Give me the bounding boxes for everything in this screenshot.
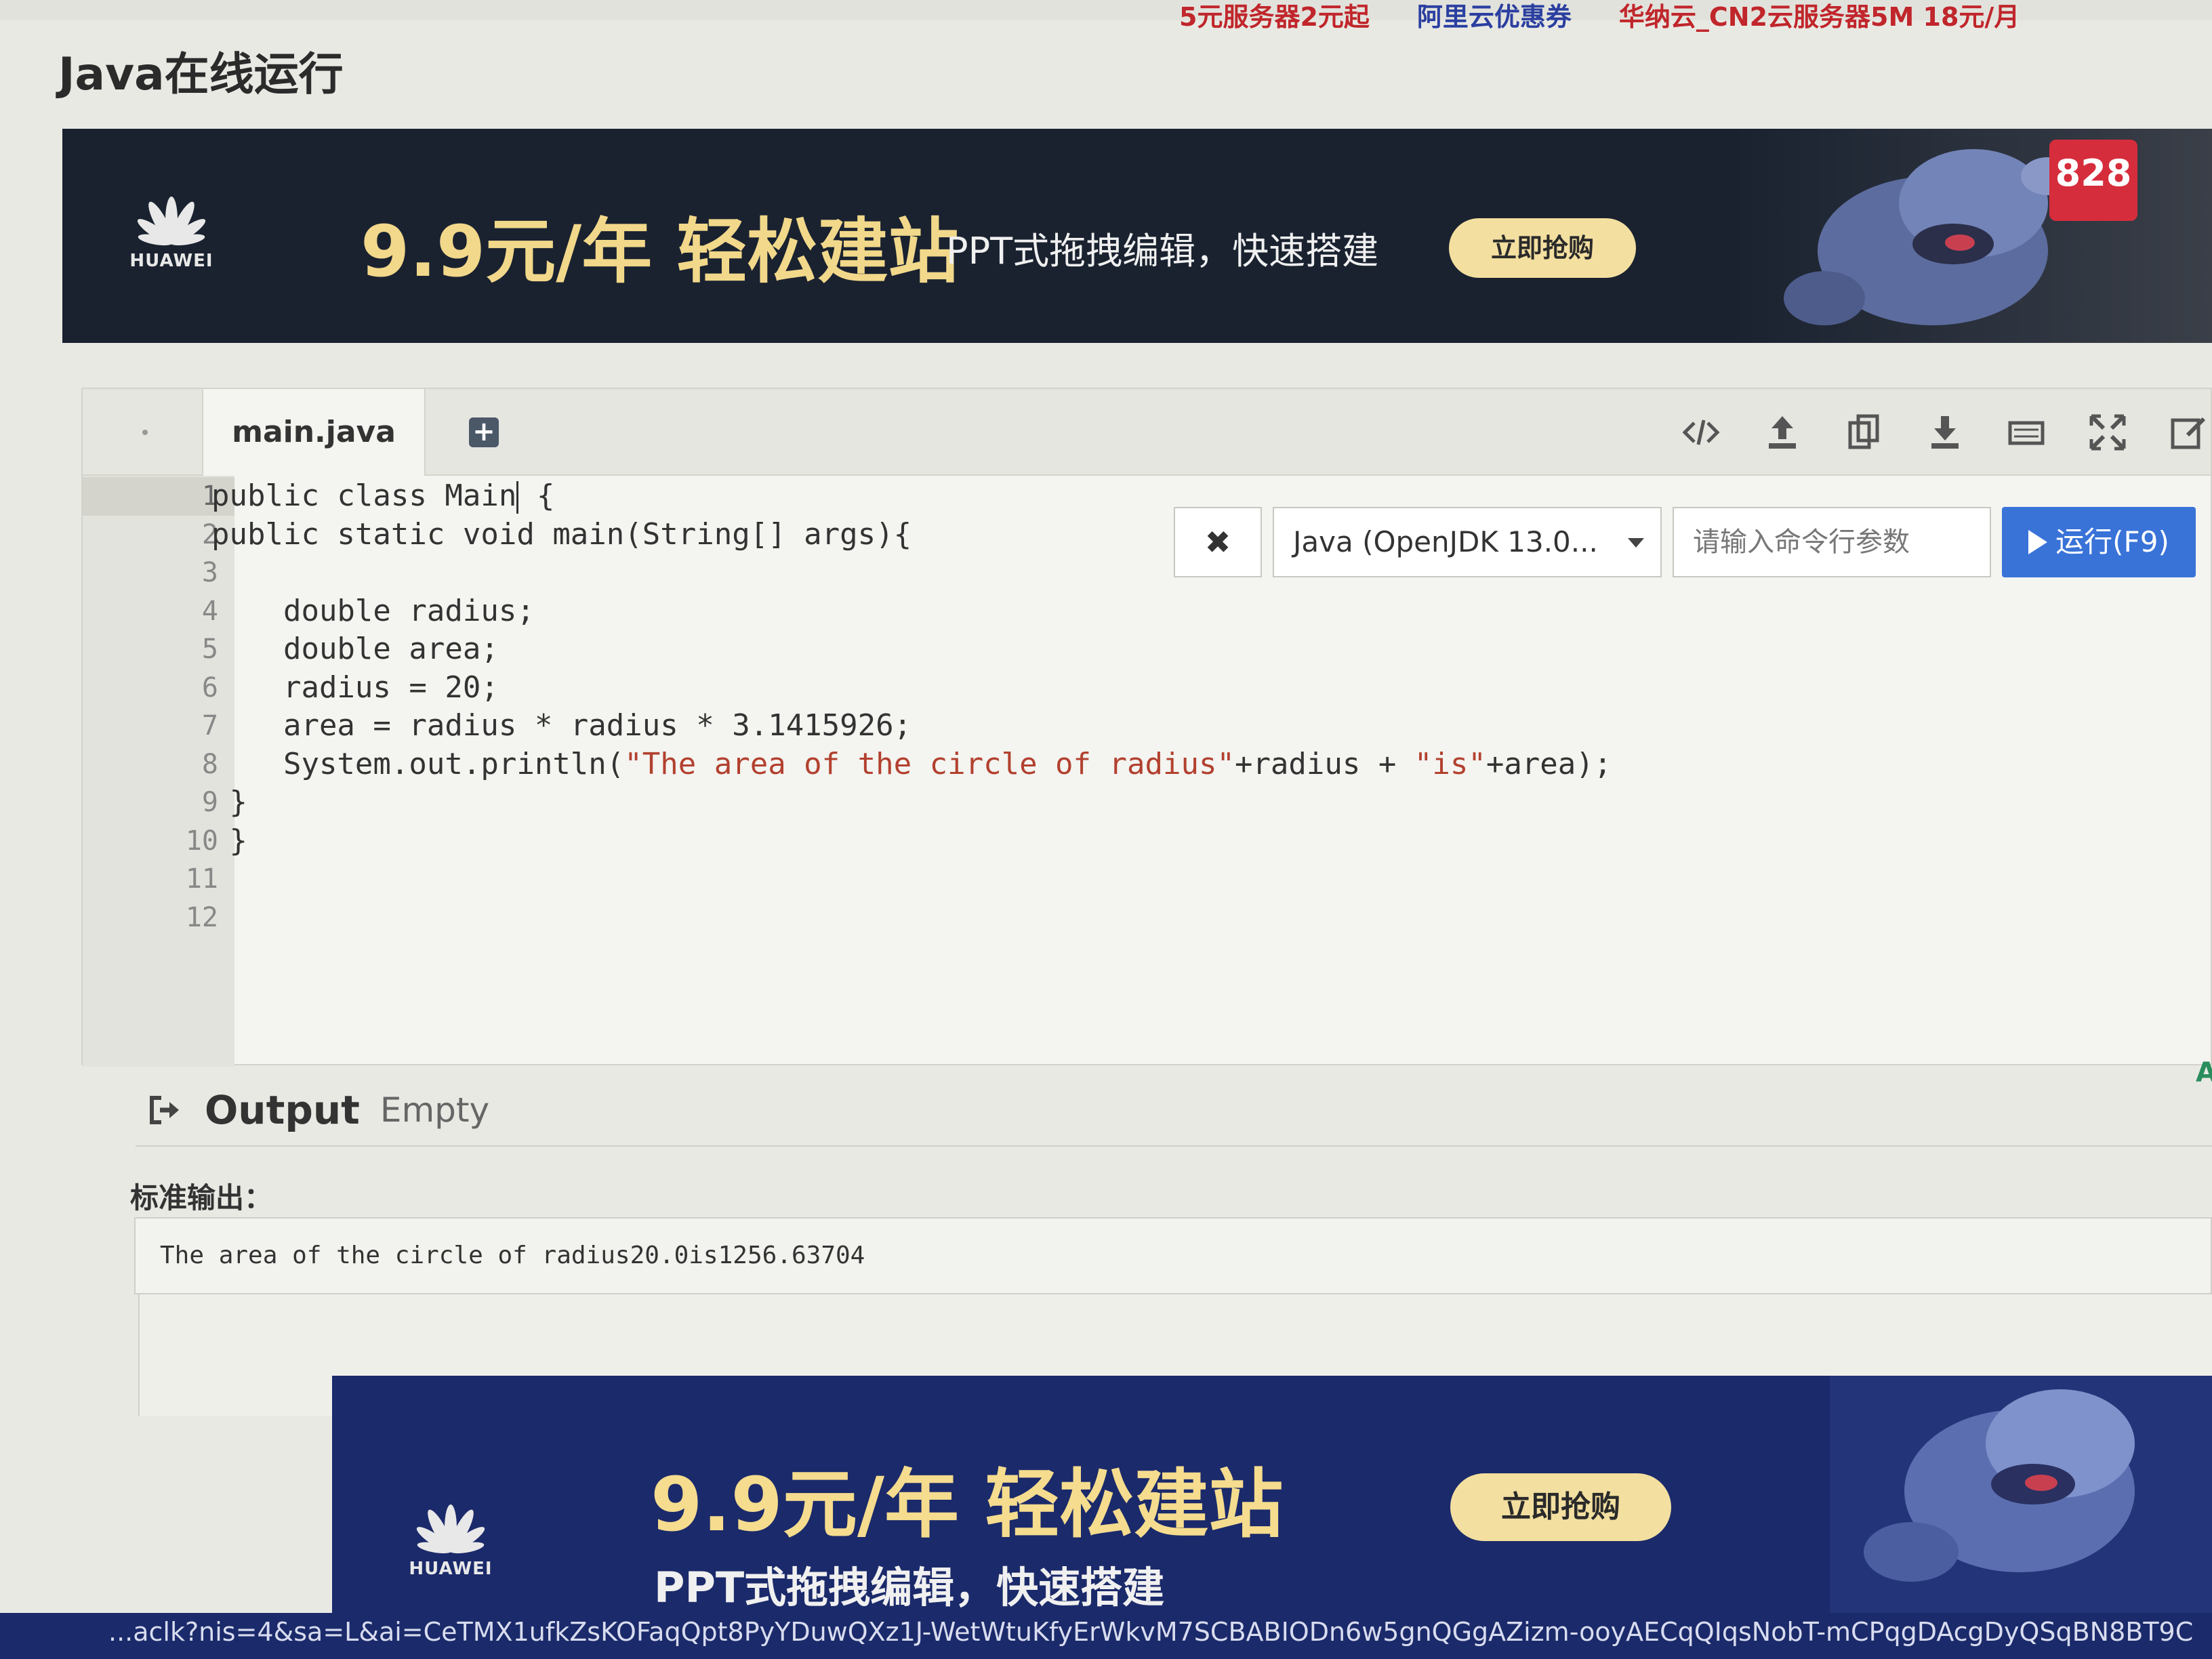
language-select-value: Java (OpenJDK 13.0... (1293, 525, 1598, 558)
side-letter: A (2196, 1057, 2212, 1088)
edit-icon[interactable] (2167, 411, 2211, 454)
top-link-huana-cloud[interactable]: 华纳云_CN2云服务器5M 18元/月 (1619, 0, 2020, 33)
huawei-wordmark: HUAWEI (129, 251, 213, 271)
output-divider (136, 1145, 2212, 1147)
code-line-7[interactable]: area = radius * radius * 3.1415926; (211, 707, 2177, 745)
status-url-text: ...aclk?nis=4&sa=L&ai=CeTMX1ufkZsKOFaqQp… (108, 1617, 2194, 1647)
download-icon[interactable] (1923, 411, 1967, 454)
code-line-9[interactable]: } (211, 783, 2177, 822)
code-line-6[interactable]: radius = 20; (211, 669, 2177, 708)
run-button-label: 运行(F9) (2055, 525, 2169, 558)
code-text: +radius + (1234, 746, 1414, 781)
banner-price: 9.9元/年 轻松建站 (651, 1461, 1284, 1548)
huawei-logo: HUAWEI (407, 1502, 495, 1579)
add-tab-icon[interactable]: + (469, 417, 499, 447)
code-text: +area); (1486, 746, 1612, 781)
keyboard-icon[interactable] (2005, 411, 2048, 454)
code-line-5[interactable]: double area; (211, 630, 2177, 669)
buy-now-button[interactable]: 立即抢购 (1450, 1473, 1671, 1541)
string-literal: "is" (1414, 746, 1486, 781)
editor-toolbar (1679, 411, 2211, 454)
code-icon[interactable] (1679, 411, 1723, 454)
tab-main-java[interactable]: main.java (202, 389, 426, 476)
code-line-8[interactable]: System.out.println("The area of the circ… (211, 745, 2177, 784)
huawei-logo: HUAWEI (127, 194, 216, 271)
upload-icon[interactable] (1761, 411, 1804, 454)
code-line-11[interactable] (211, 860, 2177, 899)
editor-tab-bar: main.java + (83, 389, 2211, 476)
chevron-down-icon (1628, 538, 1644, 548)
language-select[interactable]: Java (OpenJDK 13.0... (1273, 507, 1662, 577)
banner-subtitle: PPT式拖拽编辑，快速搭建 (654, 1563, 1165, 1612)
ad-banner-top[interactable]: HUAWEI 9.9元/年 轻松建站 PPT式拖拽编辑，快速搭建 立即抢购 (62, 129, 2212, 343)
string-literal: "The area of the circle of radius" (624, 746, 1235, 781)
huawei-petals-icon (416, 1504, 485, 1554)
output-header: Output Empty (146, 1087, 489, 1133)
run-controls: ✖ Java (OpenJDK 13.0... 请输入命令行参数 运行(F9) (1174, 507, 2196, 577)
top-link-aliyun-coupon[interactable]: 阿里云优惠券 (1417, 0, 1572, 33)
copy-icon[interactable] (1842, 411, 1885, 454)
run-button[interactable]: 运行(F9) (2002, 507, 2196, 577)
tab-bar-handle (142, 430, 148, 435)
code-text: public class Main (211, 478, 517, 513)
command-args-input[interactable]: 请输入命令行参数 (1673, 507, 1991, 577)
clear-button[interactable]: ✖ (1174, 507, 1262, 577)
output-title: Output (205, 1087, 360, 1133)
fullscreen-icon[interactable] (2086, 411, 2129, 454)
promo-badge-828: 828 (2049, 140, 2137, 221)
page-title: Java在线运行 (58, 48, 344, 100)
banner-price: 9.9元/年 轻松建站 (361, 210, 959, 293)
code-text: { (518, 478, 555, 513)
buy-now-button[interactable]: 立即抢购 (1449, 218, 1636, 278)
stdout-text: The area of the circle of radius20.0is12… (160, 1242, 865, 1269)
huawei-wordmark: HUAWEI (409, 1559, 493, 1579)
top-link-server[interactable]: 5元服务器2元起 (1179, 0, 1370, 33)
output-status: Empty (380, 1090, 490, 1130)
code-line-4[interactable]: double radius; (211, 592, 2177, 631)
huawei-petals-icon (137, 197, 206, 246)
code-line-12[interactable] (211, 899, 2177, 937)
code-text: System.out.println( (211, 746, 625, 781)
code-editor: main.java + 1 2 3 4 5 6 7 8 9 10 11 12 p… (81, 388, 2212, 1067)
top-links: 5元服务器2元起 阿里云优惠券 华纳云_CN2云服务器5M 18元/月 (1179, 0, 2020, 33)
mascot-illustration (1729, 129, 2212, 343)
stdout-box: The area of the circle of radius20.0is12… (134, 1217, 2212, 1294)
play-icon (2028, 529, 2048, 554)
stdout-label: 标准输出： (130, 1181, 273, 1214)
code-line-10[interactable]: } (211, 822, 2177, 861)
banner-subtitle: PPT式拖拽编辑，快速搭建 (946, 230, 1379, 272)
sign-out-icon (150, 1096, 179, 1124)
